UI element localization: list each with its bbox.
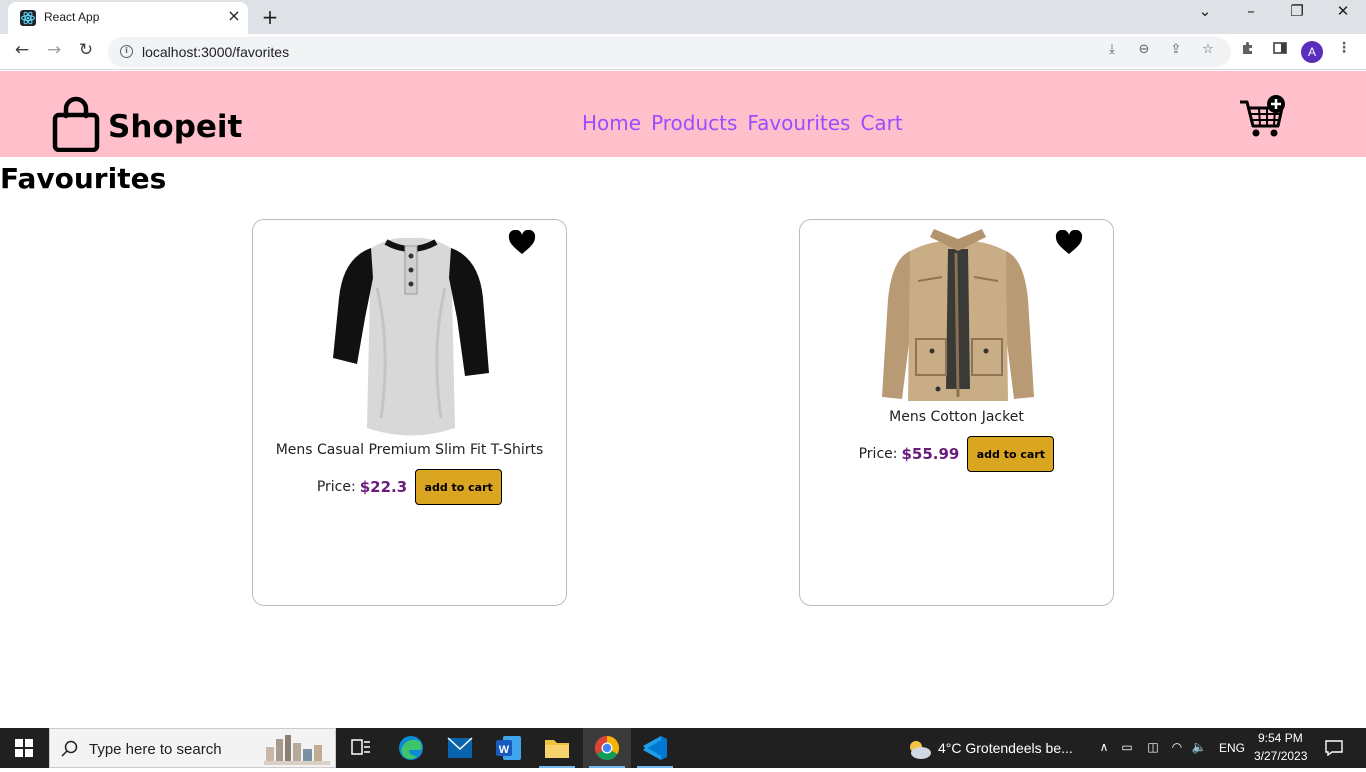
add-to-cart-button[interactable]: add to cart bbox=[415, 469, 503, 505]
price-label: Price: bbox=[858, 446, 898, 462]
product-name[interactable]: Mens Casual Premium Slim Fit T-Shirts bbox=[253, 442, 566, 458]
price-label: Price: bbox=[316, 479, 356, 495]
price-value: $55.99 bbox=[901, 445, 960, 463]
tab-title: React App bbox=[44, 10, 100, 24]
install-app-icon[interactable]: ⤓ bbox=[1102, 42, 1122, 62]
task-view-icon[interactable] bbox=[336, 728, 384, 768]
product-card: Mens Cotton Jacket Price: $55.99 add to … bbox=[799, 219, 1114, 606]
nav-link-home[interactable]: Home bbox=[582, 111, 641, 135]
mail-app-icon[interactable] bbox=[436, 728, 484, 768]
zoom-icon[interactable]: ⊖ bbox=[1134, 42, 1154, 62]
volume-icon[interactable]: 🔈 bbox=[1191, 740, 1207, 756]
price-row: Price: $55.99 add to cart bbox=[800, 436, 1113, 472]
price-value: $22.3 bbox=[359, 478, 408, 496]
product-image-cotton-jacket[interactable] bbox=[878, 229, 1038, 409]
favorite-heart-icon[interactable] bbox=[508, 229, 536, 260]
close-window-button[interactable]: ✕ bbox=[1320, 2, 1366, 30]
vscode-app-icon[interactable] bbox=[631, 728, 679, 768]
shopping-bag-icon[interactable] bbox=[52, 96, 100, 156]
nav-link-cart[interactable]: Cart bbox=[860, 111, 902, 135]
site-info-icon[interactable]: i bbox=[120, 45, 133, 58]
new-tab-button[interactable]: + bbox=[258, 5, 282, 29]
tab-close-icon[interactable]: × bbox=[226, 8, 242, 24]
svg-text:W: W bbox=[499, 744, 510, 756]
windows-taskbar: Type here to search W 4°C Grotendeels be… bbox=[0, 728, 1366, 768]
browser-tab[interactable]: React App × bbox=[8, 2, 248, 34]
meet-now-camera-icon[interactable]: ◫ bbox=[1145, 740, 1161, 756]
menu-kebab-icon[interactable]: ⋮ bbox=[1332, 40, 1356, 64]
browser-toolbar: ← → ↻ i localhost:3000/favorites ⤓ ⊖ ⇪ ☆… bbox=[0, 34, 1366, 70]
search-placeholder[interactable]: Type here to search bbox=[89, 741, 222, 758]
profile-avatar[interactable]: A bbox=[1301, 41, 1323, 63]
share-icon[interactable]: ⇪ bbox=[1166, 42, 1186, 62]
edge-browser-icon[interactable] bbox=[387, 728, 435, 768]
brand-name[interactable]: Shopeit bbox=[108, 109, 242, 145]
battery-icon[interactable]: ▭ bbox=[1119, 740, 1135, 756]
browser-tab-strip: React App × + ⌄ – ❐ ✕ bbox=[0, 0, 1366, 34]
extensions-puzzle-icon[interactable] bbox=[1236, 40, 1260, 64]
clock-date[interactable]: 3/27/2023 bbox=[1254, 749, 1307, 763]
restore-button[interactable]: ❐ bbox=[1274, 2, 1320, 30]
taskbar-search-box[interactable]: Type here to search bbox=[49, 728, 336, 768]
weather-text[interactable]: 4°C Grotendeels be... bbox=[938, 740, 1073, 756]
main-nav: Home Products Favourites Cart bbox=[582, 111, 903, 135]
address-url[interactable]: localhost:3000/favorites bbox=[142, 44, 289, 60]
tab-search-dropdown-icon[interactable]: ⌄ bbox=[1182, 2, 1228, 30]
page-title: Favourites bbox=[0, 162, 167, 195]
windows-start-icon[interactable] bbox=[15, 739, 33, 761]
cart-add-icon[interactable] bbox=[1238, 94, 1288, 144]
show-hidden-icons-chevron-icon[interactable]: ∧ bbox=[1096, 740, 1112, 756]
wifi-icon[interactable]: ◠ bbox=[1169, 740, 1185, 756]
chrome-browser-icon[interactable] bbox=[583, 728, 631, 768]
add-to-cart-button[interactable]: add to cart bbox=[967, 436, 1055, 472]
price-row: Price: $22.3 add to cart bbox=[253, 469, 566, 505]
clock-time[interactable]: 9:54 PM bbox=[1258, 731, 1303, 745]
side-panel-icon[interactable] bbox=[1268, 40, 1292, 64]
product-image-henley-shirt[interactable] bbox=[331, 228, 491, 442]
nav-link-products[interactable]: Products bbox=[651, 111, 737, 135]
bookmark-star-icon[interactable]: ☆ bbox=[1198, 42, 1218, 62]
city-skyline-icon bbox=[264, 733, 330, 769]
minimize-button[interactable]: – bbox=[1228, 2, 1274, 30]
favorite-heart-icon[interactable] bbox=[1055, 229, 1083, 260]
notification-center-icon[interactable] bbox=[1324, 740, 1344, 757]
language-indicator[interactable]: ENG bbox=[1219, 741, 1245, 755]
product-name[interactable]: Mens Cotton Jacket bbox=[800, 409, 1113, 425]
forward-arrow-icon[interactable]: → bbox=[42, 40, 66, 64]
weather-cloud-icon[interactable] bbox=[906, 738, 932, 760]
search-icon bbox=[61, 740, 78, 757]
react-favicon-icon bbox=[20, 10, 36, 26]
product-card: Mens Casual Premium Slim Fit T-Shirts Pr… bbox=[252, 219, 567, 606]
address-bar[interactable]: i localhost:3000/favorites ⤓ ⊖ ⇪ ☆ bbox=[108, 37, 1231, 67]
reload-icon[interactable]: ↻ bbox=[74, 40, 98, 64]
back-arrow-icon[interactable]: ← bbox=[10, 40, 34, 64]
site-header: Shopeit Home Products Favourites Cart bbox=[0, 71, 1366, 157]
file-explorer-icon[interactable] bbox=[533, 728, 581, 768]
nav-link-favourites[interactable]: Favourites bbox=[747, 111, 850, 135]
word-app-icon[interactable]: W bbox=[485, 728, 533, 768]
